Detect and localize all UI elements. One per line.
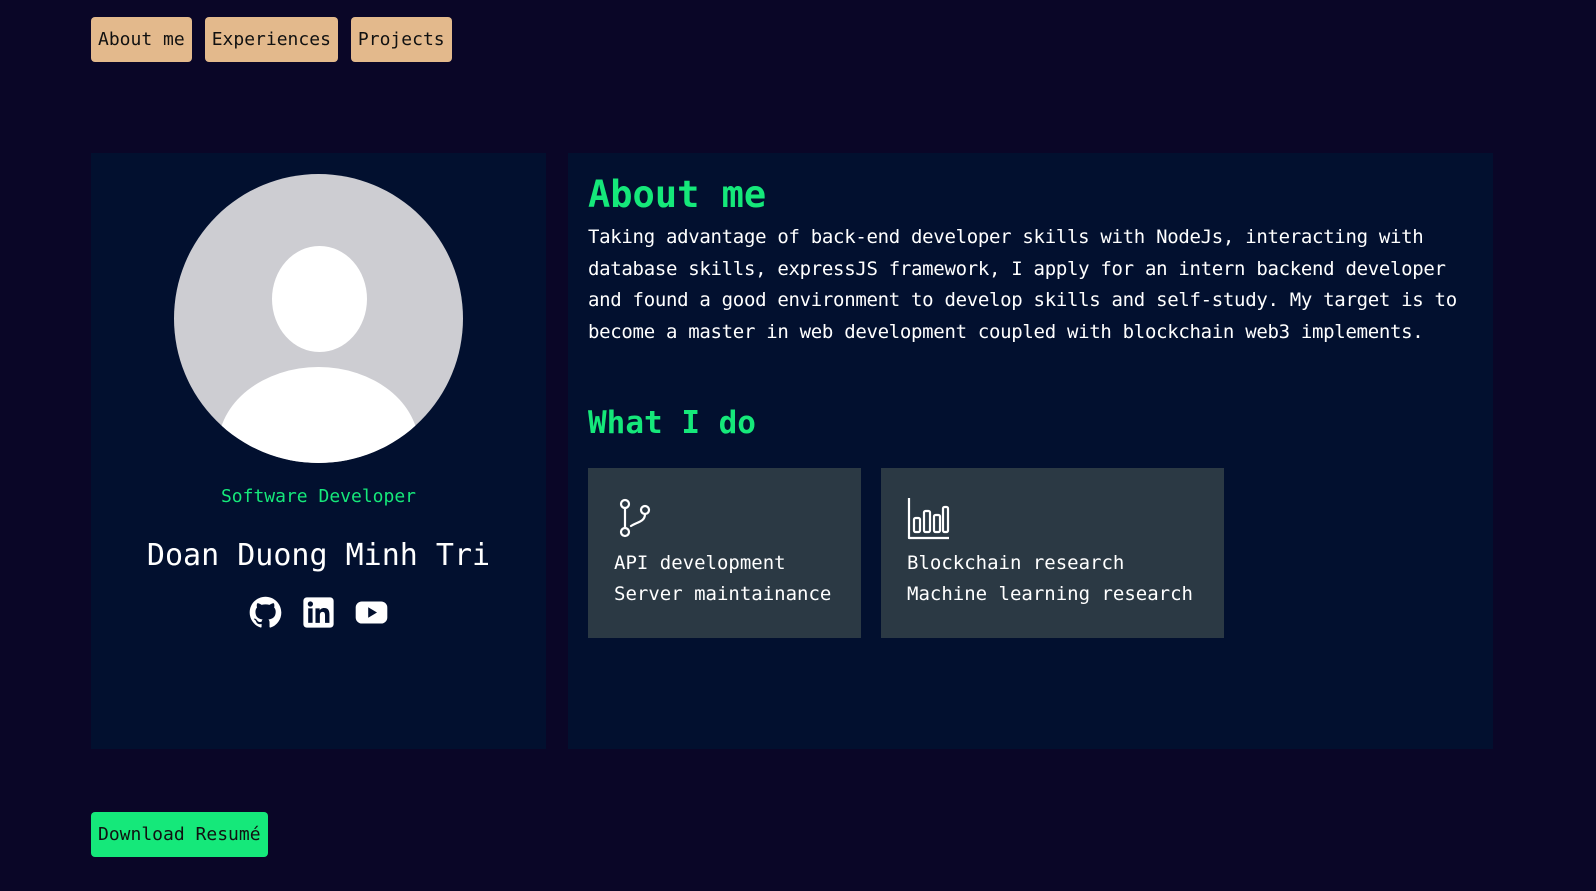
service-card-api: API development Server maintainance xyxy=(588,468,861,638)
about-card: About me Taking advantage of back-end de… xyxy=(568,153,1493,749)
download-resume-button[interactable]: Download Resumé xyxy=(91,812,268,857)
linkedin-icon[interactable] xyxy=(302,596,335,629)
github-icon[interactable] xyxy=(249,596,282,629)
about-description: Taking advantage of back-end developer s… xyxy=(588,226,1457,343)
top-nav: About me Experiences Projects xyxy=(91,17,452,62)
service-item: Blockchain research xyxy=(907,552,1125,574)
avatar-head xyxy=(272,246,367,352)
service-item: API development xyxy=(614,552,786,574)
about-title: About me xyxy=(588,173,767,216)
bar-chart-icon xyxy=(907,496,951,540)
social-links xyxy=(91,596,546,629)
nav-experiences-button[interactable]: Experiences xyxy=(204,17,338,62)
profile-name: Doan Duong Minh Tri xyxy=(146,538,491,573)
nav-about-me-button[interactable]: About me xyxy=(91,17,192,62)
avatar-body xyxy=(218,367,419,463)
profile-card: Software Developer Doan Duong Minh Tri xyxy=(91,153,546,749)
youtube-icon[interactable] xyxy=(355,596,388,629)
service-card-research: Blockchain research Machine learning res… xyxy=(881,468,1224,638)
nav-projects-button[interactable]: Projects xyxy=(350,17,452,62)
git-branch-icon xyxy=(614,496,658,540)
what-i-do-title: What I do xyxy=(588,405,756,441)
avatar xyxy=(174,174,463,463)
service-item: Machine learning research xyxy=(907,583,1193,605)
service-item: Server maintainance xyxy=(614,583,832,605)
profile-role: Software Developer xyxy=(220,486,417,507)
